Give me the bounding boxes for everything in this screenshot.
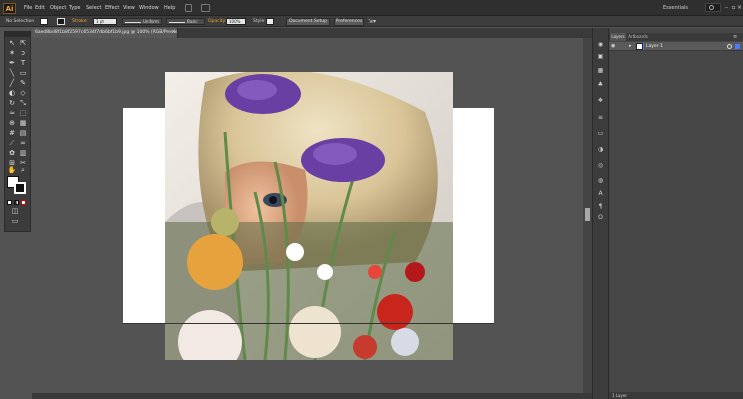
color-mode-icon[interactable]: [7, 200, 12, 205]
selection-tool-icon[interactable]: ↖: [7, 39, 17, 48]
tab-artboards[interactable]: Artboards: [627, 33, 649, 41]
document-tab[interactable]: 6aed8bd8f1b8f2597c6534f7db6bf1b9.jpg @ 1…: [32, 28, 178, 38]
rotate-icon[interactable]: ↻: [7, 99, 17, 108]
transparency-icon[interactable]: ◑: [595, 145, 606, 155]
hand-tool-icon[interactable]: ✋: [7, 166, 17, 175]
swatches-icon[interactable]: ▦: [595, 66, 606, 76]
gradient-icon[interactable]: ▤: [18, 129, 28, 138]
menu-select[interactable]: Select: [86, 4, 101, 12]
eye-icon[interactable]: ◉: [611, 44, 617, 49]
rectangle-tool-icon[interactable]: ▭: [18, 69, 28, 78]
align-icon[interactable]: ⇲▾: [368, 19, 376, 25]
eraser-icon[interactable]: ◇: [18, 89, 28, 98]
search-icon: [709, 5, 714, 10]
scale-icon[interactable]: ⤡: [18, 99, 28, 108]
blend-icon[interactable]: ∞: [18, 139, 28, 148]
paragraph-icon[interactable]: ¶: [595, 202, 606, 212]
appearance-icon[interactable]: ◎: [595, 161, 606, 171]
menu-type[interactable]: Type: [69, 4, 80, 12]
menu-view[interactable]: View: [123, 4, 135, 12]
width-tool-icon[interactable]: ≈: [7, 109, 17, 118]
opentype-icon[interactable]: O: [595, 213, 606, 223]
menu-window[interactable]: Window: [139, 4, 159, 12]
brushes-icon[interactable]: ♣: [595, 80, 606, 90]
none-mode-icon[interactable]: [21, 200, 26, 205]
graphic-styles-icon[interactable]: ◍: [595, 176, 606, 186]
artboard-bottom-edge: [123, 323, 494, 324]
arrange-documents-icon[interactable]: [201, 4, 210, 12]
symbols-icon[interactable]: ❖: [595, 96, 606, 106]
blob-brush-icon[interactable]: ◐: [7, 89, 17, 98]
document-setup-button[interactable]: Document Setup: [286, 18, 330, 26]
zoom-tool-icon[interactable]: ⌕: [18, 166, 28, 175]
perspective-grid-icon[interactable]: ▦: [18, 119, 28, 128]
layer-name[interactable]: Layer 1: [646, 42, 706, 51]
minimize-icon[interactable]: –: [724, 4, 729, 11]
close-tab-icon[interactable]: ×: [170, 29, 177, 36]
selection-status: No Selection: [6, 19, 35, 24]
column-graph-icon[interactable]: ▥: [18, 149, 28, 158]
menu-file[interactable]: File: [24, 4, 32, 12]
opacity-field[interactable]: 100%: [226, 18, 246, 25]
line-tool-icon[interactable]: ╲: [7, 69, 17, 78]
expand-arrow-icon[interactable]: ▸: [629, 44, 634, 49]
placed-image[interactable]: [165, 72, 453, 360]
workspace-switcher[interactable]: Essentials: [663, 4, 701, 12]
preferences-button[interactable]: Preferences: [334, 18, 364, 26]
gradient-mode-icon[interactable]: [14, 200, 19, 205]
color-panel-icon[interactable]: ◉: [595, 40, 606, 50]
menu-object[interactable]: Object: [50, 4, 66, 12]
stroke-weight-field[interactable]: 1 pt: [93, 18, 117, 25]
direct-selection-tool-icon[interactable]: ⇱: [18, 39, 28, 48]
menu-edit[interactable]: Edit: [35, 4, 45, 12]
tab-layers[interactable]: Layers: [610, 33, 626, 41]
maximize-icon[interactable]: ▫: [731, 4, 736, 11]
panel-menu-icon[interactable]: ≡: [733, 34, 741, 40]
mesh-icon[interactable]: #: [7, 129, 17, 138]
magic-wand-icon[interactable]: ✶: [7, 49, 17, 58]
free-transform-icon[interactable]: ⬚: [18, 109, 28, 118]
close-icon[interactable]: ×: [737, 4, 742, 11]
graphic-style-swatch[interactable]: [266, 18, 274, 25]
draw-mode-icon[interactable]: ◫: [10, 207, 20, 216]
layer-color-bar: [643, 43, 644, 50]
stroke-panel-icon[interactable]: ≡: [595, 113, 606, 123]
vertical-scrollbar-thumb[interactable]: [585, 208, 590, 221]
target-icon[interactable]: [727, 44, 732, 49]
flower-portrait-image: [165, 72, 453, 360]
brush-definition[interactable]: Basic: [166, 18, 205, 25]
character-icon[interactable]: A: [595, 189, 606, 199]
eyedropper-icon[interactable]: ⟋: [7, 139, 17, 148]
pencil-icon[interactable]: ✎: [18, 79, 28, 88]
symbol-sprayer-icon[interactable]: ✿: [7, 149, 17, 158]
profile-label: Uniform: [143, 19, 159, 24]
menu-help[interactable]: Help: [164, 4, 175, 12]
menu-effect[interactable]: Effect: [105, 4, 119, 12]
layers-panel: [609, 28, 743, 399]
brush-label: Basic: [187, 19, 198, 24]
stroke-color-swatch[interactable]: [57, 18, 65, 25]
stroke-swatch[interactable]: [14, 182, 26, 194]
paintbrush-icon[interactable]: ╱: [7, 79, 17, 88]
style-label: Style:: [253, 19, 266, 24]
bridge-icon[interactable]: [185, 4, 192, 12]
layers-footer: 1 Layer: [609, 392, 743, 399]
opacity-label[interactable]: Opacity:: [208, 19, 227, 25]
app-logo: Ai: [3, 3, 16, 14]
gradient-panel-icon[interactable]: ▭: [595, 129, 606, 139]
fill-color-swatch[interactable]: [40, 18, 48, 25]
shape-builder-icon[interactable]: ⊕: [7, 119, 17, 128]
pen-tool-icon[interactable]: ✒: [7, 59, 17, 68]
layer-thumbnail: [636, 43, 643, 50]
color-guide-icon[interactable]: ▣: [595, 52, 606, 62]
variable-width-profile[interactable]: Uniform: [122, 18, 162, 25]
selection-indicator: [735, 44, 740, 49]
type-tool-icon[interactable]: T: [18, 59, 28, 68]
stroke-label[interactable]: Stroke:: [72, 19, 88, 25]
screen-mode-icon[interactable]: ▭: [10, 217, 20, 226]
status-bar: [32, 393, 592, 399]
lasso-icon[interactable]: ↄ: [18, 49, 28, 58]
